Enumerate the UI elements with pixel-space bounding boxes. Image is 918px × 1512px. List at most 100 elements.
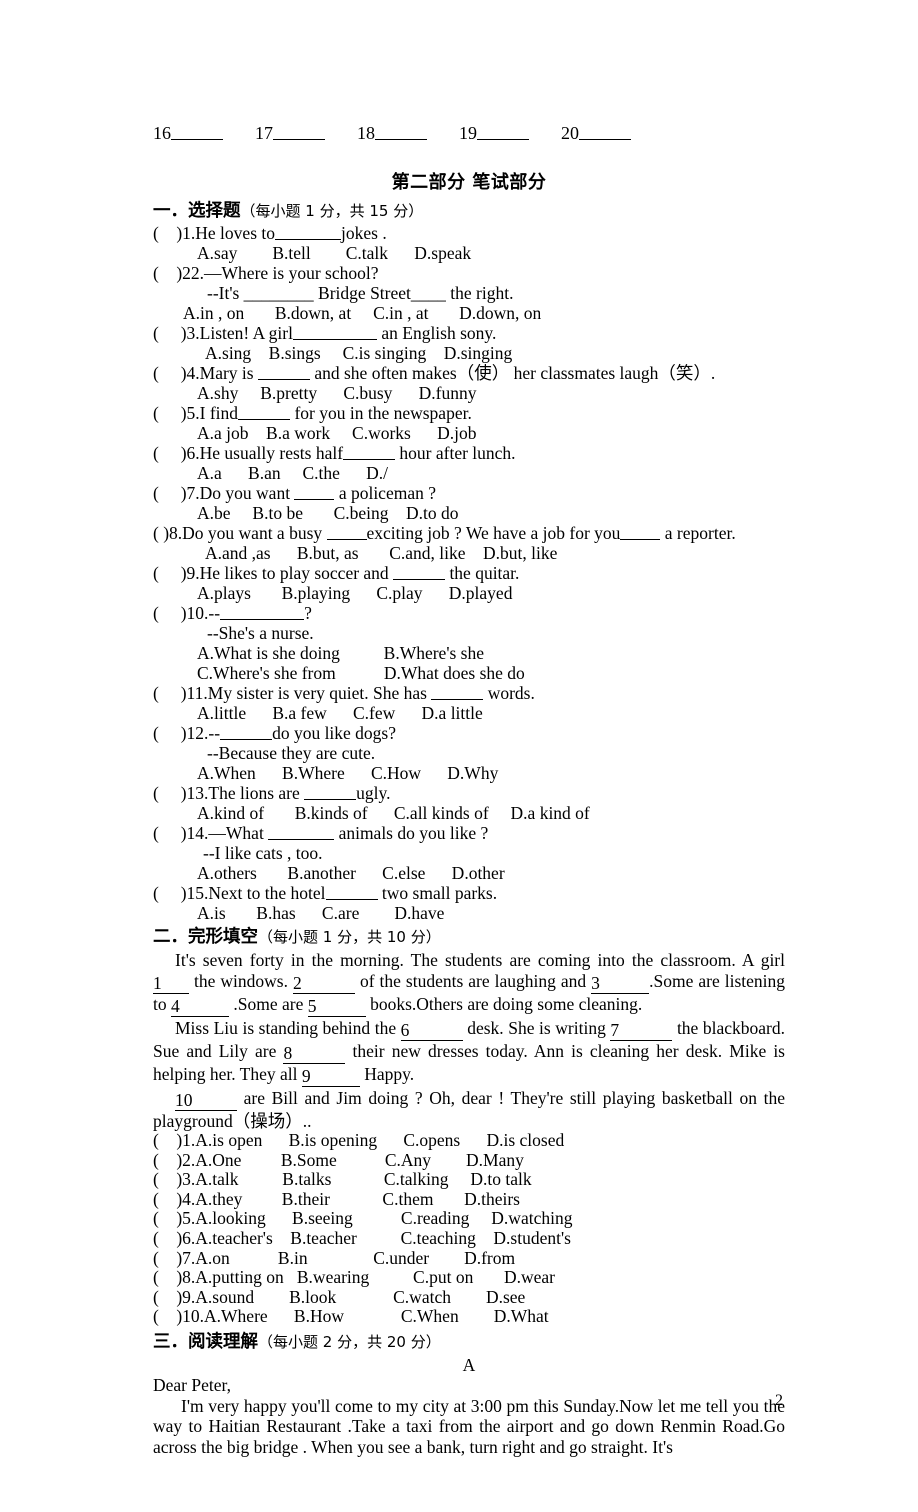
question-8-options[interactable]: A.and ,as B.but, as C.and, like D.but, l… xyxy=(153,543,785,563)
cloze-blank-2[interactable]: 2 xyxy=(292,974,355,994)
section-one-heading: 一．选择题（每小题 1 分，共 15 分） xyxy=(153,198,785,223)
question-9-options[interactable]: A.plays B.playing C.play D.played xyxy=(153,583,785,603)
question-1-options[interactable]: A.say B.tell C.talk D.speak xyxy=(153,243,785,263)
question-8: ( )8.Do you want a busy exciting job ? W… xyxy=(153,523,736,543)
cloze-option-row-1[interactable]: ( )1.A.is open B.is opening C.opens D.is… xyxy=(153,1130,785,1151)
question-2-stem: )22.—Where is your school? xyxy=(176,263,379,283)
question-6-options[interactable]: A.a B.an C.the D./ xyxy=(153,463,785,483)
cloze-option-1-text: )1.A.is open B.is opening C.opens D.is c… xyxy=(176,1130,565,1150)
question-11-stem-end: words. xyxy=(487,683,535,703)
page-content: 16 17 18 19 20 第二部分 笔试部分 一．选择题（每小题 1 分，共 15 … xyxy=(153,122,785,1457)
cloze-blank-8[interactable]: 8 xyxy=(283,1044,346,1064)
cloze-option-row-4[interactable]: ( )4.A.they B.their C.them D.theirs xyxy=(153,1188,785,1210)
cloze-option-row-7[interactable]: ( )7.A.on B.in C.under D.from xyxy=(153,1248,785,1269)
question-14: ( )14.—What animals do you like ? xyxy=(153,823,489,843)
question-8-stem-part2: exciting job ? We have a job for you xyxy=(366,523,621,543)
question-7: ( )7.Do you want a policeman ? xyxy=(153,483,436,503)
question-3-blank[interactable] xyxy=(292,324,377,340)
question-12-options[interactable]: A.When B.Where C.How D.Why xyxy=(153,763,785,783)
question-12-blank[interactable] xyxy=(220,724,273,740)
question-8-blank-1[interactable] xyxy=(326,524,367,540)
cloze-blank-6[interactable]: 6 xyxy=(400,1021,463,1041)
answer-blank-16[interactable] xyxy=(171,125,223,140)
answer-blank-17[interactable] xyxy=(273,125,325,140)
question-9-stem: )9.He likes to play soccer and xyxy=(180,563,389,583)
cloze-option-row-10[interactable]: ( )10.A.Where B.How C.When D.What xyxy=(153,1307,785,1327)
answer-blank-18[interactable] xyxy=(375,125,427,140)
question-9-stem-end: the quitar. xyxy=(449,563,520,583)
question-15-options[interactable]: A.is B.has C.are D.have xyxy=(153,903,785,923)
question-15-stem: )15.Next to the hotel xyxy=(180,883,326,903)
question-14-stem: )14.—What xyxy=(180,823,264,843)
question-15-stem-end: two small parks. xyxy=(381,883,498,903)
question-10-stem-end: ? xyxy=(304,603,312,623)
question-5-options[interactable]: A.a job B.a work C.works D.job xyxy=(153,423,785,443)
section-one-score-note: （每小题 1 分，共 15 分） xyxy=(240,202,424,220)
cloze-option-row-3[interactable]: ( )3.A.talk B.talks C.talking D.to talk xyxy=(153,1169,785,1190)
question-5: ( )5.I find for you in the newspaper. xyxy=(153,403,472,423)
cloze-option-row-6[interactable]: ( )6.A.teacher's B.teacher C.teaching D.… xyxy=(153,1228,785,1249)
cloze-blank-7[interactable]: 7 xyxy=(610,1021,673,1041)
question-9: ( )9.He likes to play soccer and the qui… xyxy=(153,563,520,583)
answer-blank-number-20: 20 xyxy=(561,123,579,143)
question-3-options[interactable]: A.sing B.sings C.is singing D.singing xyxy=(153,343,785,363)
cloze-blank-1[interactable]: 1 xyxy=(153,974,189,994)
section-two-heading: 二．完形填空（每小题 1 分，共 10 分） xyxy=(153,924,785,949)
answer-blank-number-19: 19 xyxy=(459,123,477,143)
question-11-blank[interactable] xyxy=(431,684,484,700)
question-10: ( )10.--? xyxy=(153,603,312,623)
cloze-option-row-9[interactable]: ( )9.A.sound B.look C.watch D.see xyxy=(153,1287,785,1308)
question-4-blank[interactable] xyxy=(257,364,310,380)
question-5-stem-end: for you in the newspaper. xyxy=(294,403,472,423)
answer-blank-19[interactable] xyxy=(477,125,529,140)
cloze-blank-5[interactable]: 5 xyxy=(307,997,366,1017)
question-9-blank[interactable] xyxy=(393,564,446,580)
reading-passage-label-a: A xyxy=(462,1354,476,1375)
cloze-option-row-5[interactable]: ( )5.A.looking B.seeing C.reading D.watc… xyxy=(153,1209,785,1229)
question-13: ( )13.The lions are ugly. xyxy=(153,783,391,803)
question-12: ( )12.-- do you like dogs? xyxy=(153,723,397,743)
cloze-blank-10[interactable]: 10 xyxy=(175,1091,237,1111)
question-4-options[interactable]: A.shy B.pretty C.busy D.funny xyxy=(153,383,785,403)
page-number: 2 xyxy=(775,1392,783,1409)
cloze-option-4-text: )4.A.they B.their C.them D.theirs xyxy=(176,1188,520,1209)
question-5-blank[interactable] xyxy=(238,404,291,420)
question-14-blank[interactable] xyxy=(268,824,335,840)
cloze-option-2-text: )2.A.One B.Some C.Any D.Many xyxy=(176,1149,524,1170)
cloze-p1-text-f: books.Others are doing some cleaning. xyxy=(365,993,643,1014)
question-8-blank-2[interactable] xyxy=(620,524,661,540)
question-2-subline: --It's ________ Bridge Street____ the ri… xyxy=(207,283,514,303)
cloze-option-row-8[interactable]: ( )8.A.putting on B.wearing C.put on D.w… xyxy=(153,1267,785,1288)
question-10-options-row-2[interactable]: C.Where's she from D.What does she do xyxy=(153,663,785,683)
section-three-title: 阅读理解 xyxy=(188,1331,258,1352)
question-13-stem-end: ugly. xyxy=(356,783,391,803)
question-11-options[interactable]: A.little B.a few C.few D.a little xyxy=(153,703,785,723)
question-3-stem-end: an English sony. xyxy=(381,323,497,343)
question-8-stem-part1: )8.Do you want a busy xyxy=(163,523,327,543)
cloze-blank-3[interactable]: 3 xyxy=(591,974,650,994)
section-three-score-note: （每小题 2 分，共 20 分） xyxy=(258,1332,441,1351)
question-10-options-row-1[interactable]: A.What is she doing B.Where's she xyxy=(153,643,785,663)
listening-answer-blank-row: 16 17 18 19 20 xyxy=(153,122,785,144)
cloze-option-row-2[interactable]: ( )2.A.One B.Some C.Any D.Many xyxy=(153,1149,785,1171)
answer-blank-20[interactable] xyxy=(579,125,631,140)
question-14-options[interactable]: A.others B.another C.else D.other xyxy=(153,863,785,883)
cloze-blank-9[interactable]: 9 xyxy=(301,1067,360,1087)
question-15: ( )15.Next to the hotel two small parks. xyxy=(153,883,498,903)
question-13-stem: )13.The lions are xyxy=(180,783,300,803)
question-15-blank[interactable] xyxy=(325,884,378,900)
question-7-options[interactable]: A.be B.to be C.being D.to do xyxy=(153,503,785,523)
question-13-options[interactable]: A.kind of B.kinds of C.all kinds of D.a … xyxy=(153,803,785,823)
question-1-blank[interactable] xyxy=(275,224,341,240)
question-12-stem: )12.-- xyxy=(180,723,221,743)
question-7-blank[interactable] xyxy=(294,484,335,500)
question-6-blank[interactable] xyxy=(343,444,396,460)
question-6-stem: )6.He usually rests half xyxy=(180,443,344,463)
part-heading: 第二部分 笔试部分 xyxy=(391,172,547,193)
question-14-subline: --I like cats , too. xyxy=(203,843,323,863)
section-one-title: 选择题 xyxy=(188,201,241,221)
question-13-blank[interactable] xyxy=(304,784,357,800)
question-10-blank[interactable] xyxy=(220,604,305,620)
cloze-blank-4[interactable]: 4 xyxy=(171,997,229,1017)
question-2-options[interactable]: A.in , on B.down, at C.in , at D.down, o… xyxy=(153,303,785,323)
